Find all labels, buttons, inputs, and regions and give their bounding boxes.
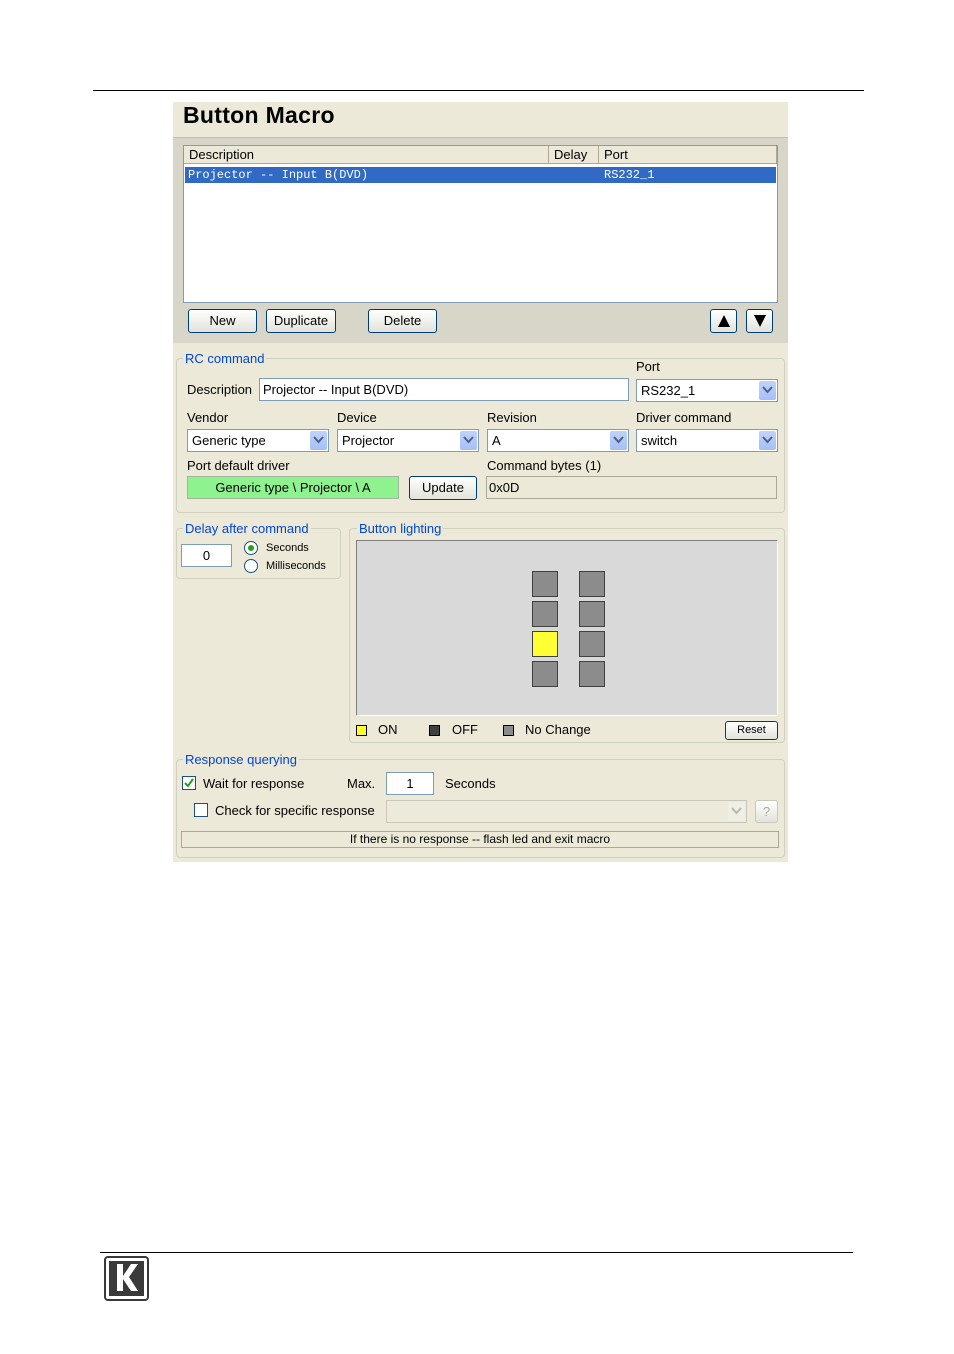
description-label: Description (187, 382, 253, 397)
wait-for-response-checkbox[interactable] (182, 776, 196, 790)
port-default-driver-label: Port default driver (187, 458, 290, 473)
move-down-button[interactable] (746, 309, 773, 333)
max-seconds-input[interactable]: 1 (386, 772, 434, 795)
column-header-delay[interactable]: Delay (549, 146, 599, 164)
max-label: Max. (347, 776, 376, 791)
revision-label: Revision (487, 410, 537, 425)
button-lighting-panel (356, 540, 778, 716)
vendor-select-value: Generic type (192, 433, 266, 448)
legend-nochange-swatch (503, 725, 514, 736)
description-input[interactable]: Projector -- Input B(DVD) (259, 378, 629, 401)
button-macro-window: Button Macro Description Delay Port Proj… (173, 102, 788, 862)
delay-input[interactable]: 0 (181, 544, 232, 567)
wait-for-response-label: Wait for response (203, 776, 305, 791)
chevron-down-icon[interactable] (460, 431, 477, 450)
delete-button[interactable]: Delete (368, 309, 437, 333)
chevron-down-icon[interactable] (759, 381, 776, 400)
revision-select[interactable]: A (487, 429, 629, 452)
command-bytes-label: Command bytes (1) (487, 458, 602, 473)
chevron-down-icon[interactable] (759, 431, 776, 450)
light-button-2-1[interactable] (579, 631, 605, 657)
radio-selected-dot (248, 545, 254, 551)
light-button-0-0[interactable] (532, 571, 558, 597)
light-button-1-0[interactable] (532, 601, 558, 627)
device-select-value: Projector (342, 433, 395, 448)
device-select[interactable]: Projector (337, 429, 479, 452)
light-button-3-0[interactable] (532, 661, 558, 687)
duplicate-button[interactable]: Duplicate (266, 309, 336, 333)
checkmark-icon (184, 778, 194, 788)
chevron-down-icon (728, 802, 745, 821)
reset-button[interactable]: Reset (725, 721, 778, 740)
column-header-port[interactable]: Port (599, 146, 777, 164)
driver-command-label: Driver command (636, 410, 732, 425)
max-seconds-unit: Seconds (445, 776, 496, 791)
driver-command-select[interactable]: switch (636, 429, 778, 452)
top-rule (93, 90, 864, 91)
vendor-label: Vendor (187, 410, 229, 425)
macro-row[interactable]: Projector -- Input B(DVD) RS232_1 (185, 167, 776, 183)
response-status-text: If there is no response -- flash led and… (181, 831, 779, 848)
rc-command-legend: RC command (183, 351, 267, 366)
vendor-select[interactable]: Generic type (187, 429, 329, 452)
delay-legend: Delay after command (183, 521, 311, 536)
specific-response-select[interactable] (386, 800, 747, 823)
arrow-up-icon (717, 315, 730, 327)
check-specific-response-checkbox[interactable] (194, 803, 208, 817)
help-button[interactable]: ? (755, 800, 778, 823)
port-select[interactable]: RS232_1 (636, 379, 778, 402)
macro-row-description: Projector -- Input B(DVD) (188, 168, 369, 182)
column-header-description[interactable]: Description (184, 146, 549, 164)
driver-command-select-value: switch (641, 433, 678, 448)
legend-off-label: OFF (452, 722, 478, 737)
chevron-down-icon[interactable] (310, 431, 327, 450)
macro-list[interactable]: Description Delay Port Projector -- Inpu… (183, 145, 778, 303)
chevron-down-icon[interactable] (610, 431, 627, 450)
seconds-radio[interactable] (244, 541, 258, 555)
milliseconds-radio[interactable] (244, 559, 258, 573)
kramer-logo (104, 1256, 149, 1301)
port-select-value: RS232_1 (641, 383, 696, 398)
update-button[interactable]: Update (409, 476, 477, 500)
bottom-rule (100, 1252, 853, 1253)
port-default-driver-value: Generic type \ Projector \ A (187, 476, 399, 499)
light-button-2-0[interactable] (532, 631, 558, 657)
button-lighting-legend: Button lighting (357, 521, 444, 536)
milliseconds-label: Milliseconds (266, 560, 326, 572)
device-label: Device (337, 410, 377, 425)
legend-on-swatch (356, 725, 367, 736)
light-button-0-1[interactable] (579, 571, 605, 597)
legend-on-label: ON (378, 722, 398, 737)
light-button-1-1[interactable] (579, 601, 605, 627)
arrow-down-icon (753, 315, 766, 327)
macro-row-port: RS232_1 (604, 168, 655, 182)
check-specific-response-label: Check for specific response (215, 803, 375, 818)
response-legend: Response querying (183, 752, 300, 767)
legend-off-swatch (429, 725, 440, 736)
light-button-3-1[interactable] (579, 661, 605, 687)
new-button[interactable]: New (188, 309, 257, 333)
seconds-label: Seconds (266, 542, 309, 554)
revision-select-value: A (492, 433, 501, 448)
legend-nochange-label: No Change (525, 722, 591, 737)
port-label: Port (636, 359, 660, 374)
window-title: Button Macro (183, 102, 335, 128)
move-up-button[interactable] (710, 309, 737, 333)
command-bytes-field: 0x0D (486, 476, 777, 499)
